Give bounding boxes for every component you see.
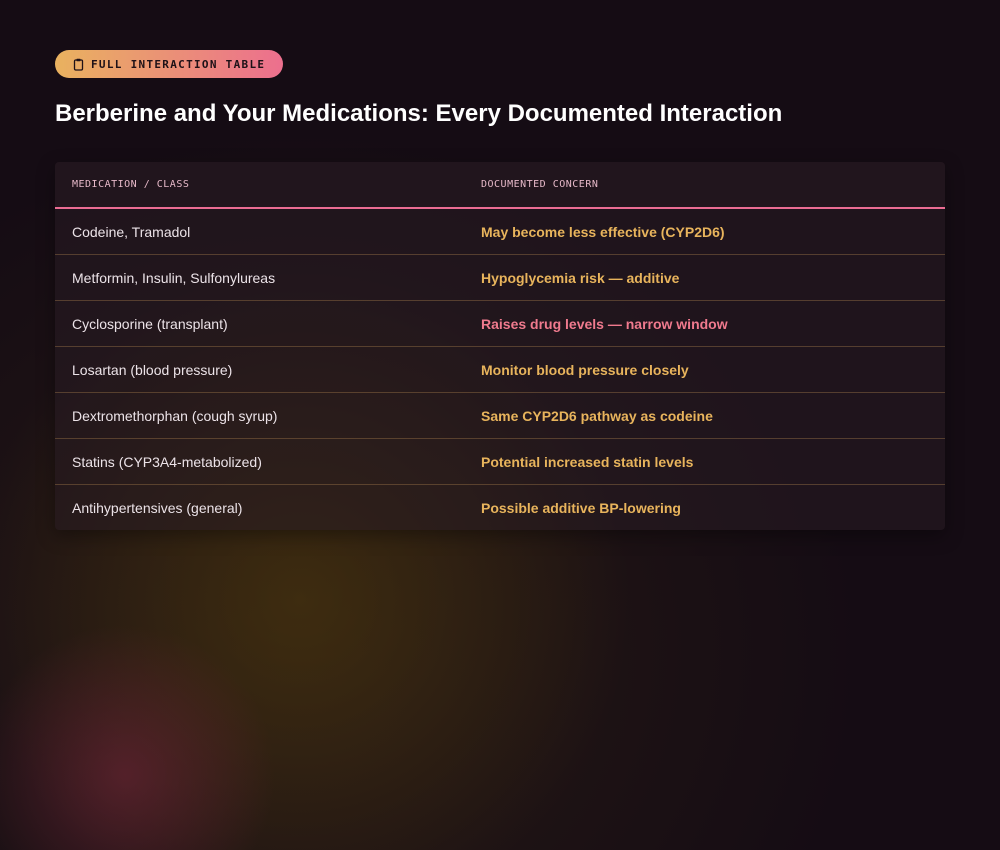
table-row: Antihypertensives (general) Possible add… <box>55 485 945 530</box>
medication-cell: Statins (CYP3A4-metabolized) <box>72 453 262 470</box>
medication-cell: Metformin, Insulin, Sulfonylureas <box>72 269 276 286</box>
concern-cell: Potential increased statin levels <box>481 453 694 470</box>
concern-cell: Hypoglycemia risk — additive <box>481 269 680 286</box>
table-header: MEDICATION / CLASS DOCUMENTED CONCERN <box>55 162 945 209</box>
table-row: Losartan (blood pressure) Monitor blood … <box>55 347 945 393</box>
concern-cell: Monitor blood pressure closely <box>481 361 689 378</box>
medication-cell: Codeine, Tramadol <box>72 223 191 240</box>
concern-cell: May become less effective (CYP2D6) <box>481 223 725 240</box>
table-row: Metformin, Insulin, Sulfonylureas Hypogl… <box>55 255 945 301</box>
column-header-medication: MEDICATION / CLASS <box>72 179 190 190</box>
table-body: Codeine, Tramadol May become less effect… <box>55 209 945 530</box>
medication-cell: Antihypertensives (general) <box>72 499 243 516</box>
interaction-table: MEDICATION / CLASS DOCUMENTED CONCERN Co… <box>55 162 945 530</box>
table-row: Dextromethorphan (cough syrup) Same CYP2… <box>55 393 945 439</box>
concern-cell: Same CYP2D6 pathway as codeine <box>481 407 713 424</box>
column-header-concern: DOCUMENTED CONCERN <box>481 179 599 190</box>
clipboard-icon <box>73 58 84 71</box>
page-title: Berberine and Your Medications: Every Do… <box>55 100 783 127</box>
badge-label: FULL INTERACTION TABLE <box>91 57 266 71</box>
concern-cell: Raises drug levels — narrow window <box>481 315 728 332</box>
medication-cell: Cyclosporine (transplant) <box>72 315 228 332</box>
table-row: Codeine, Tramadol May become less effect… <box>55 209 945 255</box>
medication-cell: Losartan (blood pressure) <box>72 361 233 378</box>
section-badge: FULL INTERACTION TABLE <box>55 50 284 78</box>
table-row: Statins (CYP3A4-metabolized) Potential i… <box>55 439 945 485</box>
medication-cell: Dextromethorphan (cough syrup) <box>72 407 278 424</box>
concern-cell: Possible additive BP-lowering <box>481 499 681 516</box>
table-row: Cyclosporine (transplant) Raises drug le… <box>55 301 945 347</box>
